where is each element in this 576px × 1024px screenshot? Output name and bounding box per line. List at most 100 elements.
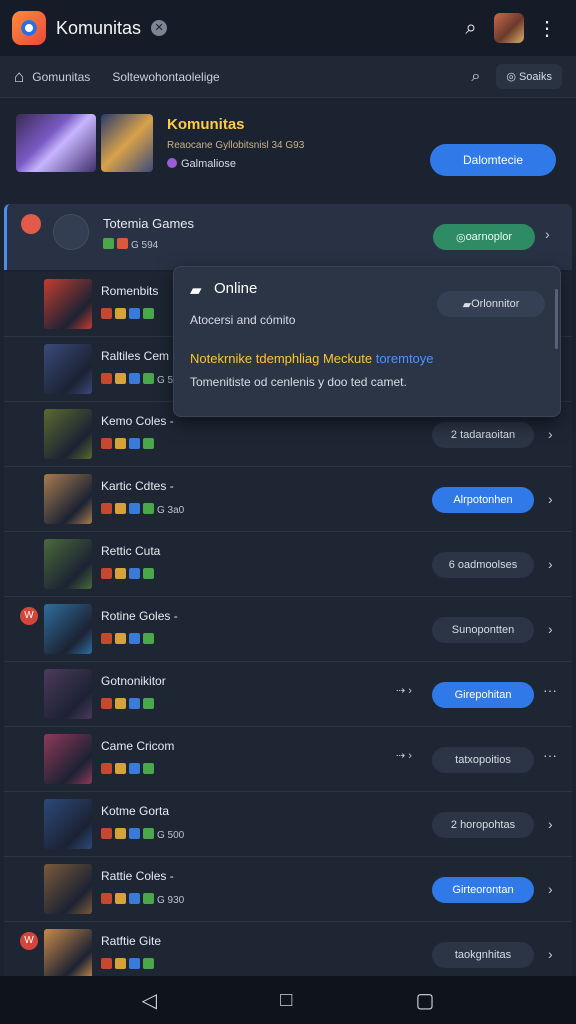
game-name: Raltiles Cem — [101, 349, 170, 363]
chevron-right-icon[interactable]: › — [548, 621, 553, 637]
hero-tag: Galmaliose — [167, 158, 236, 170]
row-action-button[interactable]: Sunopontten — [432, 617, 534, 643]
list-item[interactable]: Kotme Gorta G 500 2 horopohtas › — [4, 792, 572, 857]
game-name: Kartic Cdtes - — [101, 479, 174, 493]
list-item[interactable]: Rettic Cuta 6 oadmoolses › — [4, 532, 572, 597]
home-nav-icon[interactable]: □ — [280, 989, 292, 1012]
emoji-icon — [21, 214, 41, 234]
recents-icon[interactable]: ▢ — [415, 988, 434, 1013]
popup-action-button[interactable]: ▰ Orlonnitor — [437, 291, 545, 317]
hero-title: Komunitas — [167, 116, 245, 133]
game-name: Kotme Gorta — [101, 804, 170, 818]
row-action-button[interactable]: tatxopoitios — [432, 747, 534, 773]
chevron-right-icon[interactable]: › — [548, 816, 553, 832]
row-action-button[interactable]: 6 oadmoolses — [432, 552, 534, 578]
game-meta: G 3a0 — [101, 503, 184, 516]
game-name: Romenbits — [101, 284, 159, 298]
top-card-button[interactable]: ◎ oarnoplor — [433, 224, 535, 250]
avatar[interactable] — [494, 13, 524, 43]
game-meta — [101, 958, 157, 971]
chevron-right-icon[interactable]: › — [548, 491, 553, 507]
game-avatar — [53, 214, 89, 250]
chevron-right-icon[interactable]: › — [548, 881, 553, 897]
game-thumbnail — [44, 799, 92, 849]
hero-subtitle: Reaocane Gyllobitsnisl 34 G93 — [167, 140, 305, 151]
community-tab[interactable]: Gomunitas — [32, 70, 90, 84]
app-logo-icon[interactable] — [12, 11, 46, 45]
game-meta — [101, 308, 157, 321]
row-action-button[interactable]: Girteorontan — [432, 877, 534, 903]
share-icon[interactable]: ⇢ › — [396, 749, 412, 762]
chevron-right-icon[interactable]: › — [548, 556, 553, 572]
row-action-button[interactable]: taokgnhitas — [432, 942, 534, 968]
top-card-title: Totemia Games — [103, 216, 195, 231]
game-meta — [101, 698, 157, 711]
game-meta: G 530 — [101, 373, 184, 386]
row-action-button[interactable]: Girepohitan — [432, 682, 534, 708]
popup-title: Online — [214, 280, 258, 297]
document-icon: ▰ — [190, 282, 202, 299]
game-name: Rattie Coles - — [101, 869, 174, 883]
game-thumbnail — [44, 539, 92, 589]
more-icon[interactable]: ··· — [543, 747, 557, 763]
game-name: Gotnonikitor — [101, 674, 166, 688]
hero-button[interactable]: Dalomtecie — [430, 144, 556, 176]
game-thumbnail — [44, 344, 92, 394]
share-icon[interactable]: ⇢ › — [396, 684, 412, 697]
notification-badge: W — [20, 932, 38, 950]
app-title: Komunitas — [56, 17, 142, 38]
search-icon[interactable]: ⌕ — [471, 68, 480, 86]
gear-icon[interactable]: ✕ — [151, 20, 168, 36]
top-card[interactable]: Totemia Games G 594 ◎ oarnoplor › — [4, 204, 572, 270]
game-thumbnail — [44, 409, 92, 459]
community-header: Komunitas Reaocane Gyllobitsnisl 34 G93 … — [0, 98, 576, 202]
list-item[interactable]: Rattie Coles - G 930 Girteorontan › — [4, 857, 572, 922]
game-thumbnail — [44, 864, 92, 914]
row-action-button[interactable]: 2 horopohtas — [432, 812, 534, 838]
list-item[interactable]: Kartic Cdtes - G 3a0 Alrpotonhen › — [4, 467, 572, 532]
game-meta: G 500 — [101, 828, 184, 841]
game-name: Came Cricom — [101, 739, 175, 753]
filter-button[interactable]: ◎ Soaiks — [496, 64, 562, 89]
game-name: Ratftie Gite — [101, 934, 162, 948]
game-meta: G 930 — [101, 893, 184, 906]
tag-icon — [167, 158, 177, 168]
row-action-button[interactable]: Alrpotonhen — [432, 487, 534, 513]
app-bar: Komunitas ✕ ⌕ ⋮ — [0, 0, 576, 56]
game-thumbnail — [44, 669, 92, 719]
hero-image-1 — [16, 114, 96, 172]
hero-image-2 — [101, 114, 153, 172]
game-meta — [101, 763, 157, 776]
chevron-right-icon[interactable]: › — [548, 426, 553, 442]
list-item[interactable]: W Rotine Goles - Sunopontten › — [4, 597, 572, 662]
more-icon[interactable]: ⋮ — [530, 11, 564, 45]
row-action-button[interactable]: 2 tadaraoitan — [432, 422, 534, 448]
game-thumbnail — [44, 604, 92, 654]
game-thumbnail — [44, 279, 92, 329]
game-thumbnail — [44, 474, 92, 524]
game-name: Kemo Coles - — [101, 414, 174, 428]
game-thumbnail — [44, 734, 92, 784]
game-meta — [101, 438, 157, 451]
home-icon[interactable]: ⌂ — [14, 67, 24, 87]
community-toolbar: ⌂ Gomunitas Soltewohontaolelige ⌕ ◎ Soai… — [0, 56, 576, 98]
popup-description: Tomenitiste od cenlenis y doo ted camet. — [190, 375, 407, 389]
search-icon[interactable]: ⌕ — [454, 11, 488, 45]
back-icon[interactable]: ◁ — [142, 988, 157, 1013]
popup-line: Atocersi and cómito — [190, 313, 296, 327]
breadcrumb[interactable]: Soltewohontaolelige — [112, 70, 471, 84]
chevron-right-icon[interactable]: › — [545, 226, 550, 242]
online-popup: ▰ Online ▰ Orlonnitor Atocersi and cómit… — [173, 266, 561, 417]
top-card-meta: G 594 — [103, 238, 158, 251]
notification-badge: W — [20, 607, 38, 625]
chevron-right-icon[interactable]: › — [548, 946, 553, 962]
game-meta — [101, 633, 157, 646]
game-name: Rotine Goles - — [101, 609, 178, 623]
game-name: Rettic Cuta — [101, 544, 161, 558]
popup-scrollbar[interactable] — [555, 289, 558, 349]
list-item[interactable]: Came Cricom ⇢ › tatxopoitios ··· — [4, 727, 572, 792]
popup-link[interactable]: toremtoye — [376, 351, 434, 366]
more-icon[interactable]: ··· — [543, 682, 557, 698]
list-item[interactable]: Gotnonikitor ⇢ › Girepohitan ··· — [4, 662, 572, 727]
popup-highlight: Notekrnike tdemphliag Meckute toremtoye — [190, 351, 434, 366]
